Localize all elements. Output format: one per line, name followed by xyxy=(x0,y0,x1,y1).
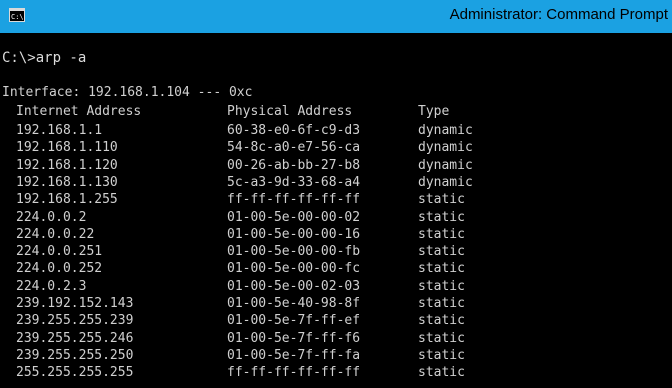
internet-address-cell: 192.168.1.1 xyxy=(16,123,103,138)
table-row: 239.192.152.143 01-00-5e-40-98-8f static xyxy=(0,295,672,312)
physical-address-cell: 00-26-ab-bb-27-b8 xyxy=(227,157,361,173)
table-row: 239.255.255.239 01-00-5e-7f-ff-ef static xyxy=(0,312,672,329)
console-output[interactable]: C:\>arp -a Interface: 192.168.1.104 --- … xyxy=(0,33,672,388)
table-row: 224.0.0.252 01-00-5e-00-00-fc static xyxy=(0,260,672,277)
cmd-window: C:\ Administrator: Command Prompt C:\>ar… xyxy=(0,0,672,388)
internet-address-cell: 192.168.1.110 xyxy=(16,140,118,156)
table-row: 255.255.255.255 ff-ff-ff-ff-ff-ff static xyxy=(0,364,672,381)
physical-address-cell: 01-00-5e-00-00-16 xyxy=(227,226,361,242)
table-row: 224.0.0.251 01-00-5e-00-00-fb static xyxy=(0,243,672,260)
table-row: 239.255.255.246 01-00-5e-7f-ff-f6 static xyxy=(0,330,672,347)
physical-address-cell: 01-00-5e-00-00-fb xyxy=(227,244,361,260)
physical-address-cell: 60-38-e0-6f-c9-d3 xyxy=(227,123,361,138)
window-title: Administrator: Command Prompt xyxy=(449,6,668,23)
type-cell: dynamic xyxy=(418,140,473,156)
internet-address-cell: 192.168.1.120 xyxy=(16,157,118,173)
type-cell: static xyxy=(418,226,465,242)
svg-text:C:\: C:\ xyxy=(11,13,24,21)
table-row: 224.0.0.2 01-00-5e-00-00-02 static xyxy=(0,209,672,226)
physical-address-cell: 01-00-5e-7f-ff-ef xyxy=(227,313,361,329)
internet-address-cell: 224.0.2.3 xyxy=(16,278,87,294)
physical-address-cell: 54-8c-a0-e7-56-ca xyxy=(227,140,361,156)
header-type: Type xyxy=(418,104,450,119)
type-cell: static xyxy=(418,261,465,277)
command-prompt-line: C:\>arp -a xyxy=(2,50,87,66)
internet-address-cell: 192.168.1.130 xyxy=(16,174,118,190)
type-cell: dynamic xyxy=(418,174,473,190)
table-row: 192.168.1.1 60-38-e0-6f-c9-d3 dynamic xyxy=(0,122,672,139)
physical-address-cell: ff-ff-ff-ff-ff-ff xyxy=(227,192,361,208)
internet-address-cell: 192.168.1.255 xyxy=(16,192,118,208)
table-row: 224.0.0.22 01-00-5e-00-00-16 static xyxy=(0,226,672,243)
type-cell: static xyxy=(418,347,465,363)
internet-address-cell: 224.0.0.2 xyxy=(16,209,87,225)
physical-address-cell: 01-00-5e-40-98-8f xyxy=(227,296,361,311)
type-cell: static xyxy=(418,330,465,346)
type-cell: dynamic xyxy=(418,157,473,173)
title-bar[interactable]: C:\ Administrator: Command Prompt xyxy=(0,0,672,33)
internet-address-cell: 224.0.0.252 xyxy=(16,261,103,277)
internet-address-cell: 224.0.0.22 xyxy=(16,226,95,242)
internet-address-cell: 239.255.255.246 xyxy=(16,330,134,346)
cmd-icon[interactable]: C:\ xyxy=(9,8,25,22)
physical-address-cell: 01-00-5e-00-00-fc xyxy=(227,261,361,277)
internet-address-cell: 224.0.0.251 xyxy=(16,244,103,260)
physical-address-cell: 01-00-5e-7f-ff-fa xyxy=(227,347,361,363)
header-physical-address: Physical Address xyxy=(227,104,353,119)
type-cell: static xyxy=(418,365,465,381)
type-cell: static xyxy=(418,192,465,208)
table-header: Internet Address Physical Address Type xyxy=(0,103,672,120)
type-cell: static xyxy=(418,209,465,225)
internet-address-cell: 255.255.255.255 xyxy=(16,365,134,381)
internet-address-cell: 239.255.255.250 xyxy=(16,347,134,363)
physical-address-cell: 01-00-5e-7f-ff-f6 xyxy=(227,330,361,346)
interface-line: Interface: 192.168.1.104 --- 0xc xyxy=(2,85,253,100)
physical-address-cell: 01-00-5e-00-00-02 xyxy=(227,209,361,225)
internet-address-cell: 239.192.152.143 xyxy=(16,296,134,311)
table-row: 192.168.1.110 54-8c-a0-e7-56-ca dynamic xyxy=(0,139,672,156)
internet-address-cell: 239.255.255.239 xyxy=(16,313,134,329)
type-cell: static xyxy=(418,278,465,294)
physical-address-cell: 5c-a3-9d-33-68-a4 xyxy=(227,174,361,190)
type-cell: static xyxy=(418,296,465,311)
table-row: 192.168.1.120 00-26-ab-bb-27-b8 dynamic xyxy=(0,157,672,174)
header-internet-address: Internet Address xyxy=(16,104,142,119)
type-cell: static xyxy=(418,313,465,329)
table-row: 239.255.255.250 01-00-5e-7f-ff-fa static xyxy=(0,347,672,364)
physical-address-cell: 01-00-5e-00-02-03 xyxy=(227,278,361,294)
table-row: 192.168.1.255 ff-ff-ff-ff-ff-ff static xyxy=(0,191,672,208)
table-row: 192.168.1.130 5c-a3-9d-33-68-a4 dynamic xyxy=(0,174,672,191)
type-cell: dynamic xyxy=(418,123,473,138)
type-cell: static xyxy=(418,244,465,260)
physical-address-cell: ff-ff-ff-ff-ff-ff xyxy=(227,365,361,381)
table-row: 224.0.2.3 01-00-5e-00-02-03 static xyxy=(0,278,672,295)
